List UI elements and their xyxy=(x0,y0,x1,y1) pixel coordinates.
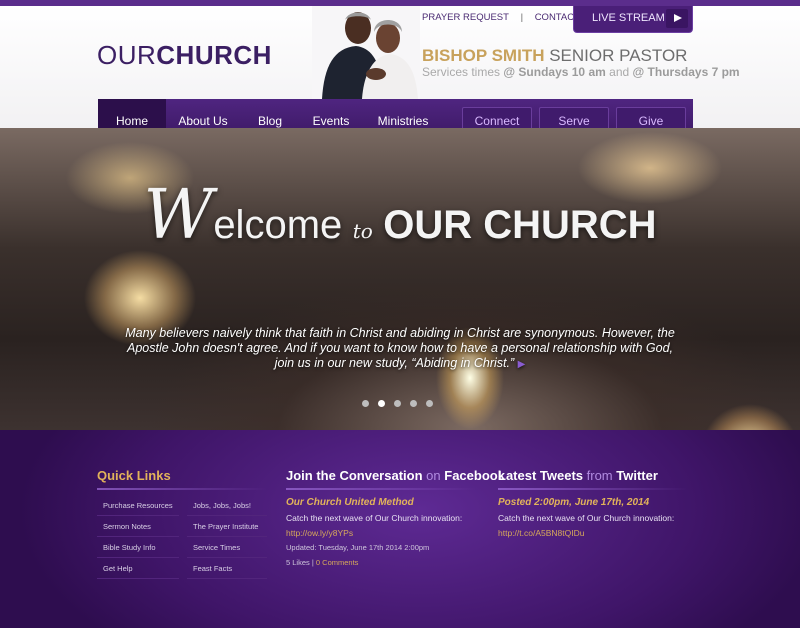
quick-link-purchase-resources[interactable]: Purchase Resources xyxy=(97,496,179,516)
facebook-title: Join the Conversation on Facebook xyxy=(286,468,505,483)
facebook-underline xyxy=(286,488,476,490)
facebook-title-a: Join the Conversation xyxy=(286,468,423,483)
services-prefix: Services times xyxy=(422,65,501,79)
hero-caption: Many believers naively think that faith … xyxy=(120,326,680,372)
pastor-heading: BISHOP SMITH SENIOR PASTOR xyxy=(422,46,687,66)
hero-caption-text: Many believers naively think that faith … xyxy=(125,326,675,370)
quick-link-sermon-notes[interactable]: Sermon Notes xyxy=(97,517,179,537)
twitter-underline xyxy=(498,488,688,490)
twitter-title: Latest Tweets from Twitter xyxy=(498,468,658,483)
quick-links-underline xyxy=(97,488,267,490)
prayer-request-link[interactable]: PRAYER REQUEST xyxy=(422,12,509,23)
utility-separator: | xyxy=(520,12,524,23)
logo-our: OUR xyxy=(97,40,157,70)
quick-link-prayer-institute[interactable]: The Prayer Institute xyxy=(187,517,267,537)
twitter-posted: Posted 2:00pm, June 17th, 2014 xyxy=(498,497,650,508)
play-icon xyxy=(666,9,688,28)
quick-links-title: Quick Links xyxy=(97,468,171,483)
slider-dot[interactable] xyxy=(362,400,369,407)
twitter-post-text: Catch the next wave of Our Church innova… xyxy=(498,513,675,523)
slider-dots xyxy=(360,400,440,410)
facebook-post-link[interactable]: http://ow.ly/y8YPs xyxy=(286,528,353,538)
facebook-title-b: Facebook xyxy=(444,468,505,483)
logo-church: CHURCH xyxy=(156,40,272,70)
hero-slider: Welcome to OUR CHURCH Many believers nai… xyxy=(0,128,800,430)
facebook-stats: 5 Likes | 0 Comments xyxy=(286,558,358,567)
hero-title: Welcome to OUR CHURCH xyxy=(0,176,800,255)
facebook-updated: Updated: Tuesday, June 17th 2014 2:00pm xyxy=(286,543,430,552)
twitter-title-b: Twitter xyxy=(616,468,658,483)
hero-title-to: to xyxy=(352,219,373,243)
twitter-title-a: Latest Tweets xyxy=(498,468,584,483)
services-sunday: @ Sundays 10 am xyxy=(503,65,606,79)
services-and: and xyxy=(609,65,630,79)
twitter-title-from: from xyxy=(586,468,613,483)
hero-title-elcome: elcome xyxy=(213,203,343,247)
services-thursday: @ Thursdays 7 pm xyxy=(632,65,740,79)
slider-dot[interactable] xyxy=(410,400,417,407)
facebook-comments-link[interactable]: 0 Comments xyxy=(316,558,359,567)
arrow-right-icon[interactable]: ▶ xyxy=(518,359,526,370)
slider-dot[interactable] xyxy=(394,400,401,407)
facebook-title-on: on xyxy=(426,468,441,483)
service-times: Services times @ Sundays 10 am and @ Thu… xyxy=(422,65,740,79)
slider-dot-active[interactable] xyxy=(378,400,385,407)
hero-title-w: W xyxy=(143,176,214,255)
slider-dot[interactable] xyxy=(426,400,433,407)
facebook-post-text: Catch the next wave of Our Church innova… xyxy=(286,513,463,523)
site-footer: Quick Links Purchase Resources Jobs, Job… xyxy=(0,430,800,628)
quick-link-jobs[interactable]: Jobs, Jobs, Jobs! xyxy=(187,496,267,516)
pastor-name: BISHOP SMITH xyxy=(422,46,545,65)
facebook-stats-sep: | xyxy=(311,558,314,567)
facebook-post-author[interactable]: Our Church United Method xyxy=(286,497,414,508)
live-stream-label: LIVE STREAM xyxy=(592,12,665,24)
twitter-post-link[interactable]: http://t.co/A5BN8tQIDu xyxy=(498,528,584,538)
site-logo[interactable]: OURCHURCH xyxy=(97,40,272,71)
utility-links: PRAYER REQUEST | CONTACT US xyxy=(422,12,596,23)
quick-link-service-times[interactable]: Service Times xyxy=(187,538,267,558)
pastor-photo xyxy=(312,6,420,99)
live-stream-button[interactable]: LIVE STREAM xyxy=(573,6,693,33)
quick-link-get-help[interactable]: Get Help xyxy=(97,559,179,579)
hero-title-our-church: OUR CHURCH xyxy=(383,203,657,247)
pastor-title: SENIOR PASTOR xyxy=(549,46,688,65)
quick-link-bible-study[interactable]: Bible Study Info xyxy=(97,538,179,558)
facebook-likes: 5 Likes xyxy=(286,558,310,567)
quick-link-feast-facts[interactable]: Feast Facts xyxy=(187,559,267,579)
